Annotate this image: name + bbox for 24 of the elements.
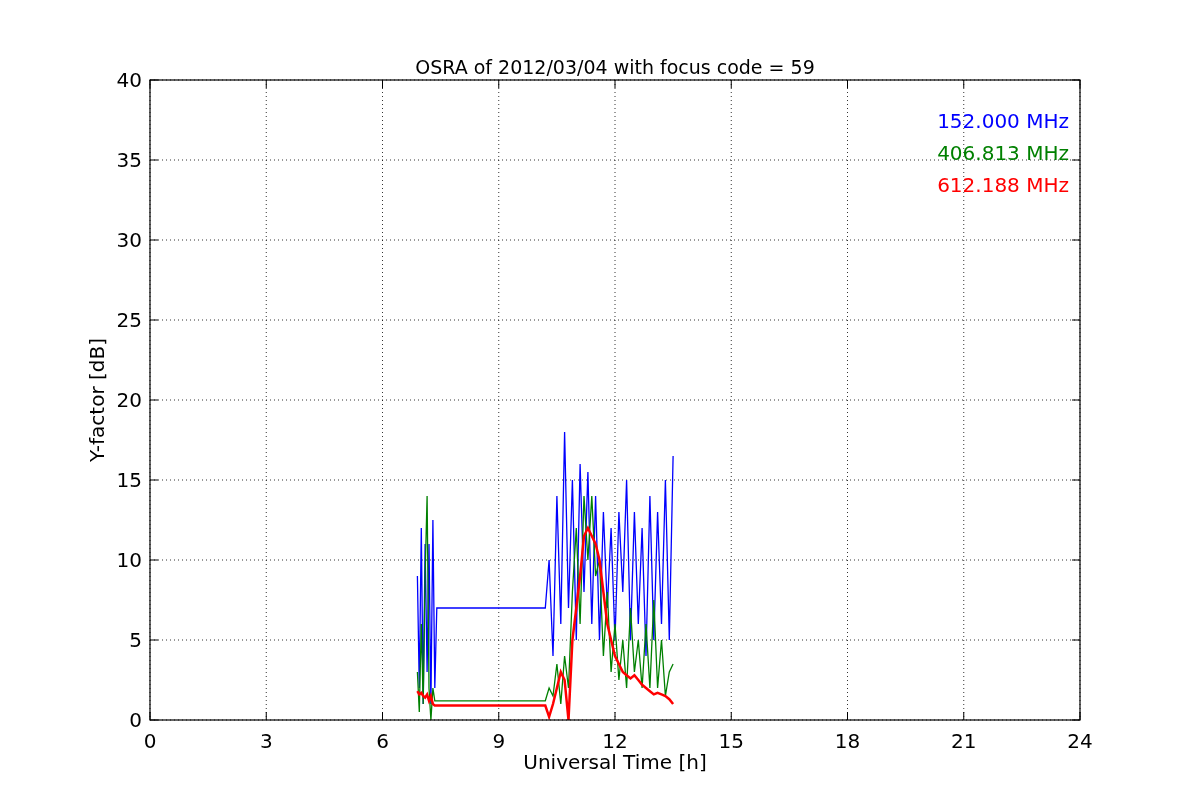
x-tick-label: 21	[951, 729, 977, 753]
y-tick-label: 35	[116, 148, 142, 172]
x-tick-label: 15	[718, 729, 744, 753]
legend-label: 406.813 MHz	[937, 141, 1069, 165]
x-tick-label: 24	[1067, 729, 1093, 753]
x-axis-label: Universal Time [h]	[523, 750, 707, 774]
y-tick-label: 15	[116, 468, 142, 492]
legend-label: 152.000 MHz	[937, 109, 1069, 133]
y-tick-label: 5	[129, 628, 142, 652]
x-tick-label: 0	[143, 729, 157, 753]
y-axis-label: Y-factor [dB]	[85, 338, 109, 462]
legend-label: 612.188 MHz	[937, 173, 1069, 197]
y-tick-label: 0	[129, 708, 142, 732]
x-tick-label: 9	[492, 729, 506, 753]
x-tick-label: 3	[259, 729, 273, 753]
chart-title: OSRA of 2012/03/04 with focus code = 59	[415, 56, 815, 78]
y-tick-label: 25	[116, 308, 142, 332]
y-tick-label: 40	[116, 68, 142, 92]
y-tick-label: 30	[116, 228, 142, 252]
x-tick-label: 12	[602, 729, 628, 753]
x-tick-label: 18	[834, 729, 861, 753]
y-tick-label: 20	[116, 388, 142, 412]
x-tick-label: 6	[376, 729, 389, 753]
y-tick-label: 10	[116, 548, 142, 572]
